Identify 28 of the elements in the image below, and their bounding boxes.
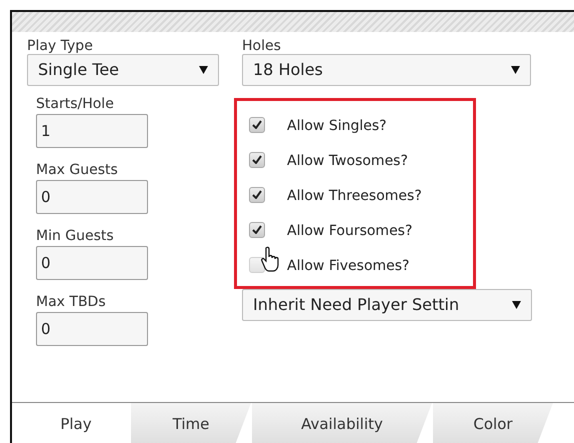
option-label: Allow Singles?	[287, 117, 387, 136]
tab[interactable]: Color	[433, 403, 553, 443]
option-label: Allow Twosomes?	[287, 152, 408, 171]
field-label: Max TBDs	[36, 294, 107, 310]
checkbox[interactable]	[249, 152, 265, 168]
caret-icon	[512, 301, 521, 309]
option-label: Allow Fivesomes?	[287, 257, 410, 276]
field-label: Play Type	[27, 38, 94, 54]
tab[interactable]: Availability	[252, 403, 432, 443]
option-label: Allow Foursomes?	[287, 222, 412, 241]
option-label: Allow Threesomes?	[287, 187, 422, 206]
number-field[interactable]: 0	[36, 180, 148, 214]
caret-icon	[511, 66, 520, 74]
need-player-select[interactable]: Inherit Need Player Settin	[242, 289, 532, 321]
field-label: Starts/Hole	[36, 96, 115, 112]
play-type-select[interactable]: Single Tee	[27, 54, 219, 86]
number-field[interactable]: 0	[36, 246, 148, 280]
field-label: Holes	[242, 38, 282, 54]
checkbox[interactable]	[249, 116, 265, 132]
field-label: Min Guests	[36, 228, 115, 244]
caret-icon	[199, 66, 208, 74]
holes-select[interactable]: 18 Holes	[242, 54, 531, 86]
checkbox[interactable]	[249, 222, 265, 238]
checkbox[interactable]	[249, 186, 265, 202]
tab[interactable]: Time	[131, 403, 251, 443]
number-field[interactable]: 1	[36, 114, 148, 148]
field-label: Max Guests	[36, 162, 119, 178]
number-field[interactable]: 0	[36, 312, 148, 346]
